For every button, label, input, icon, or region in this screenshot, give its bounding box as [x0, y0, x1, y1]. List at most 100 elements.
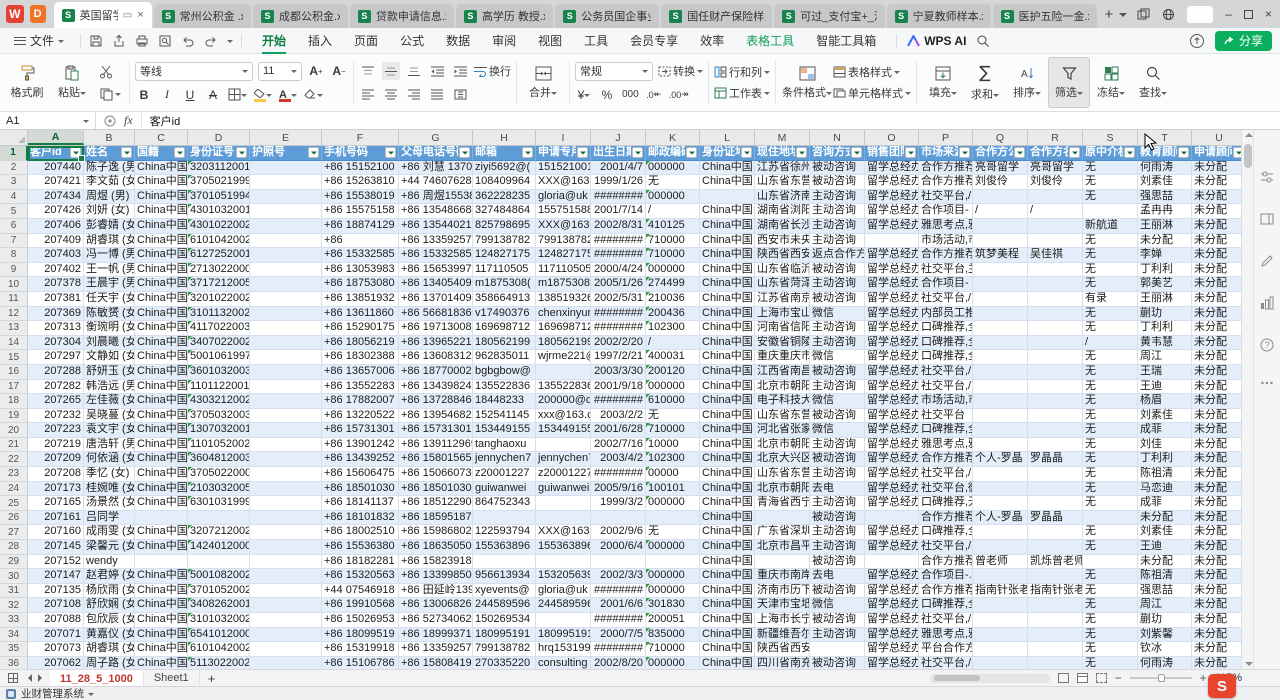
cell-G18[interactable]: +86 1372884680	[399, 394, 473, 409]
cell-Q22[interactable]: 个人-罗晶	[973, 452, 1028, 467]
cell-E29[interactable]	[250, 555, 322, 570]
cell-K2[interactable]: 000000	[646, 161, 700, 176]
more-options-icon[interactable]	[1260, 380, 1274, 386]
cell-A31[interactable]: 207135	[28, 584, 84, 599]
cell-U6[interactable]: 未分配	[1192, 219, 1241, 234]
cell-U23[interactable]: 未分配	[1192, 467, 1241, 482]
cell-B32[interactable]: 舒欣娴 (女	[84, 598, 135, 613]
cell-S13[interactable]: 无	[1083, 321, 1138, 336]
cell-F14[interactable]: +86 18056219	[322, 336, 399, 351]
save-icon[interactable]	[89, 34, 103, 48]
cell-J8[interactable]: ########	[591, 248, 646, 263]
cell-T18[interactable]: 杨眉	[1138, 394, 1192, 409]
cell-M25[interactable]: 青海省西宁	[755, 496, 810, 511]
row-number-13[interactable]: 13	[0, 321, 28, 336]
cell-S8[interactable]: 无	[1083, 248, 1138, 263]
cell-L5[interactable]: China中国	[700, 204, 755, 219]
cell-D26[interactable]	[188, 511, 250, 526]
row-number-22[interactable]: 22	[0, 452, 28, 467]
cell-C12[interactable]: China中国	[135, 307, 188, 322]
cell-U10[interactable]: 未分配	[1192, 277, 1241, 292]
cell-L25[interactable]: China中国	[700, 496, 755, 511]
cell-T3[interactable]: 刘素佳	[1138, 175, 1192, 190]
menu-tab-会员专享[interactable]: 会员专享	[620, 29, 688, 52]
avatar[interactable]	[1187, 6, 1213, 23]
bold-button[interactable]: B	[135, 86, 153, 104]
cell-C14[interactable]: China中国	[135, 336, 188, 351]
cell-D36[interactable]: 511302200208200025	[188, 657, 250, 669]
cell-J29[interactable]	[591, 555, 646, 570]
cell-F34[interactable]: +86 18099519	[322, 628, 399, 643]
file-tab[interactable]: S可过_支付宝+_滴滴	[774, 4, 884, 28]
row-number-2[interactable]: 2	[0, 161, 28, 176]
worksheet-button[interactable]: 工作表	[714, 85, 770, 101]
cell-D23[interactable]: 370502200012272047	[188, 467, 250, 482]
cell-G36[interactable]: +86 1580841990	[399, 657, 473, 669]
cell-J36[interactable]: 2002/8/20	[591, 657, 646, 669]
cell-S3[interactable]: 无	[1083, 175, 1138, 190]
cell-L36[interactable]: China中国	[700, 657, 755, 669]
cell-A2[interactable]: 207440	[28, 161, 84, 176]
pen-edit-icon[interactable]	[1260, 254, 1274, 268]
cell-M36[interactable]: 四川省南充	[755, 657, 810, 669]
header-cell-O1[interactable]: 销售团队	[865, 146, 919, 161]
cell-K22[interactable]: 102300	[646, 452, 700, 467]
format-painter-button[interactable]: 格式刷	[6, 63, 48, 102]
cell-B21[interactable]: 唐浩轩 (男	[84, 438, 135, 453]
column-header-R[interactable]: R	[1028, 130, 1083, 145]
cell-A27[interactable]: 207160	[28, 525, 84, 540]
cell-E9[interactable]	[250, 263, 322, 278]
cell-J14[interactable]: 2002/2/20	[591, 336, 646, 351]
cell-D24[interactable]: 210303200509160922	[188, 482, 250, 497]
cell-T31[interactable]: 强思喆	[1138, 584, 1192, 599]
header-cell-J1[interactable]: 出生日期	[591, 146, 646, 161]
cell-E5[interactable]	[250, 204, 322, 219]
cell-S26[interactable]	[1083, 511, 1138, 526]
cell-Q30[interactable]	[973, 569, 1028, 584]
cell-B29[interactable]: wendy	[84, 555, 135, 570]
cell-M21[interactable]: 北京市朝阳	[755, 438, 810, 453]
align-top-button[interactable]	[359, 62, 377, 80]
cell-N4[interactable]: 主动咨询	[810, 190, 865, 205]
cell-S27[interactable]: 无	[1083, 525, 1138, 540]
cell-A20[interactable]: 207223	[28, 423, 84, 438]
cell-R32[interactable]	[1028, 598, 1083, 613]
cell-C22[interactable]: China中国	[135, 452, 188, 467]
cell-I9[interactable]: 117110505	[536, 263, 591, 278]
cell-A19[interactable]: 207232	[28, 409, 84, 424]
cell-R8[interactable]: 吴佳祺	[1028, 248, 1083, 263]
cell-C20[interactable]: China中国	[135, 423, 188, 438]
cell-U16[interactable]: 未分配	[1192, 365, 1241, 380]
cell-R19[interactable]	[1028, 409, 1083, 424]
cell-D10[interactable]: 371721200501264452	[188, 277, 250, 292]
cell-C21[interactable]: China中国	[135, 438, 188, 453]
cell-M23[interactable]: 山东省东营	[755, 467, 810, 482]
cell-F35[interactable]: +86 15319918	[322, 642, 399, 657]
cell-C5[interactable]: China中国	[135, 204, 188, 219]
cell-H8[interactable]: 124827175	[473, 248, 536, 263]
cell-S23[interactable]: 无	[1083, 467, 1138, 482]
cell-E4[interactable]	[250, 190, 322, 205]
cell-E2[interactable]	[250, 161, 322, 176]
cell-K20[interactable]: 710000	[646, 423, 700, 438]
header-cell-E1[interactable]: 护照号	[250, 146, 322, 161]
cell-R30[interactable]	[1028, 569, 1083, 584]
cell-G5[interactable]: +86 1354866895	[399, 204, 473, 219]
cell-D31[interactable]: 370105200210270824	[188, 584, 250, 599]
cell-S18[interactable]: 无	[1083, 394, 1138, 409]
filter-dropdown-icon[interactable]	[236, 147, 247, 158]
cell-B18[interactable]: 左佳薇 (女	[84, 394, 135, 409]
copy-button[interactable]	[96, 86, 124, 102]
cell-U2[interactable]: 未分配	[1192, 161, 1241, 176]
paste-button[interactable]: 粘贴	[51, 63, 93, 102]
vertical-scrollbar[interactable]	[1241, 130, 1253, 669]
cell-G7[interactable]: +86 1335925706	[399, 234, 473, 249]
cell-U20[interactable]: 未分配	[1192, 423, 1241, 438]
cell-L14[interactable]: China中国	[700, 336, 755, 351]
cell-D20[interactable]: 130703200106280921	[188, 423, 250, 438]
cell-H27[interactable]: 122593794	[473, 525, 536, 540]
cell-K6[interactable]: 410125	[646, 219, 700, 234]
cell-G25[interactable]: +86 1851229020	[399, 496, 473, 511]
cell-H9[interactable]: 117110505	[473, 263, 536, 278]
task-pane-icon[interactable]	[1260, 212, 1274, 226]
